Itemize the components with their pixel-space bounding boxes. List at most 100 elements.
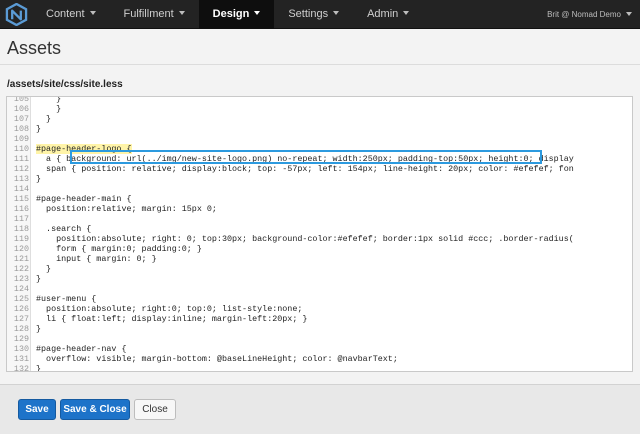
code-line: 105 }: [7, 96, 632, 104]
line-number: 114: [13, 184, 29, 194]
page-title: Assets: [7, 38, 62, 58]
line-number: 116: [13, 204, 29, 214]
code-text: #page-header-nav {: [36, 344, 127, 354]
code-line: 108}: [7, 124, 632, 134]
code-line: 132}: [7, 364, 632, 372]
code-line: 131 overflow: visible; margin-bottom: @b…: [7, 354, 632, 364]
code-line: 116 position:relative; margin: 15px 0;: [7, 204, 632, 214]
code-line: 124: [7, 284, 632, 294]
caret-down-icon: [403, 11, 410, 16]
nav-item-label: Design: [212, 8, 250, 20]
code-text: overflow: visible; margin-bottom: @baseL…: [36, 354, 398, 364]
main-nav: Content Fulfillment Design Settings Admi…: [32, 0, 423, 29]
line-number: 105: [13, 96, 29, 104]
code-line: 129: [7, 334, 632, 344]
code-text: }: [36, 274, 42, 284]
code-text: }: [36, 364, 42, 372]
nav-item-content[interactable]: Content: [32, 0, 110, 29]
line-number: 119: [13, 234, 29, 244]
line-number: 107: [13, 114, 29, 124]
caret-down-icon: [626, 11, 632, 16]
code-line: 107 }: [7, 114, 632, 124]
nav-item-label: Admin: [367, 8, 399, 20]
code-line: 119 position:absolute; right: 0; top:30p…: [7, 234, 632, 244]
code-text: .search {: [36, 224, 92, 234]
code-text: }: [36, 324, 42, 334]
line-number: 126: [13, 304, 29, 314]
nav-item-admin[interactable]: Admin: [353, 0, 423, 29]
code-line: 115 #page-header-main {: [7, 194, 632, 204]
line-number: 132: [13, 364, 29, 372]
user-name: Brit @ Nomad Demo: [547, 10, 621, 19]
code-line: 130 #page-header-nav {: [7, 344, 632, 354]
code-text: input { margin: 0; }: [36, 254, 157, 264]
line-number: 131: [13, 354, 29, 364]
nav-item-label: Fulfillment: [123, 8, 174, 20]
line-number: 109: [13, 134, 29, 144]
code-line: 110 #page-header-logo {: [7, 144, 632, 154]
nav-item-design[interactable]: Design: [198, 0, 275, 29]
line-number: 113: [13, 174, 29, 184]
line-number: 112: [13, 164, 29, 174]
code-text: }: [36, 174, 42, 184]
code-line: 127 li { float:left; display:inline; mar…: [7, 314, 632, 324]
code-text: li { float:left; display:inline; margin-…: [36, 314, 308, 324]
line-number: 127: [13, 314, 29, 324]
close-button[interactable]: Close: [134, 399, 176, 420]
nav-item-fulfillment[interactable]: Fulfillment: [110, 0, 199, 29]
code-editor[interactable]: 105 } 106 } 107 } 108} 109 110 #page-header-lo…: [6, 96, 633, 372]
code-line: 114: [7, 184, 632, 194]
code-line: 123}: [7, 274, 632, 284]
line-number: 117: [13, 214, 29, 224]
editor-footer: Save Save & Close Close: [0, 384, 640, 434]
code-text: }: [36, 264, 52, 274]
code-text: position:absolute; right: 0; top:30px; b…: [36, 234, 574, 244]
code-text: #user-menu {: [36, 294, 97, 304]
code-line: 118 .search {: [7, 224, 632, 234]
code-line: 111 a { background: url(../img/new-site-…: [7, 154, 632, 164]
line-number: 122: [13, 264, 29, 274]
code-line: 122 }: [7, 264, 632, 274]
code-line: 117: [7, 214, 632, 224]
caret-down-icon: [333, 11, 340, 16]
user-menu[interactable]: Brit @ Nomad Demo: [547, 0, 632, 29]
line-number: 124: [13, 284, 29, 294]
save-button[interactable]: Save: [18, 399, 56, 420]
line-number: 123: [13, 274, 29, 284]
caret-down-icon: [178, 11, 185, 16]
line-number: 108: [13, 124, 29, 134]
code-text: position:relative; margin: 15px 0;: [36, 204, 217, 214]
line-number: 121: [13, 254, 29, 264]
nav-item-label: Content: [46, 8, 85, 20]
code-lines: 105 } 106 } 107 } 108} 109 110 #page-header-lo…: [7, 96, 632, 372]
line-number: 125: [13, 294, 29, 304]
nomad-logo-icon[interactable]: [5, 3, 28, 26]
code-line: 109: [7, 134, 632, 144]
line-number: 111: [13, 154, 29, 164]
code-text: }: [36, 104, 62, 114]
code-line: 112 span { position: relative; display:b…: [7, 164, 632, 174]
line-number: 115: [13, 194, 29, 204]
code-line: 113}: [7, 174, 632, 184]
code-text: a { background: url(../img/new-site-logo…: [36, 154, 574, 164]
caret-down-icon: [254, 11, 261, 16]
line-number: 106: [13, 104, 29, 114]
title-divider: [0, 64, 640, 65]
code-text: form { margin:0; padding:0; }: [36, 244, 202, 254]
line-number: 120: [13, 244, 29, 254]
line-number: 128: [13, 324, 29, 334]
code-line: 126 position:absolute; right:0; top:0; l…: [7, 304, 632, 314]
code-text: #page-header-logo {: [36, 144, 132, 154]
top-navbar: Content Fulfillment Design Settings Admi…: [0, 0, 640, 29]
code-line: 121 input { margin: 0; }: [7, 254, 632, 264]
caret-down-icon: [89, 11, 96, 16]
code-line: 120 form { margin:0; padding:0; }: [7, 244, 632, 254]
line-number: 129: [13, 334, 29, 344]
code-text: span { position: relative; display:block…: [36, 164, 574, 174]
file-path: /assets/site/css/site.less: [7, 79, 123, 90]
code-line: 125 #user-menu {: [7, 294, 632, 304]
code-line: 128}: [7, 324, 632, 334]
nav-item-settings[interactable]: Settings: [274, 0, 353, 29]
save-and-close-button[interactable]: Save & Close: [60, 399, 130, 420]
code-text: }: [36, 96, 62, 104]
